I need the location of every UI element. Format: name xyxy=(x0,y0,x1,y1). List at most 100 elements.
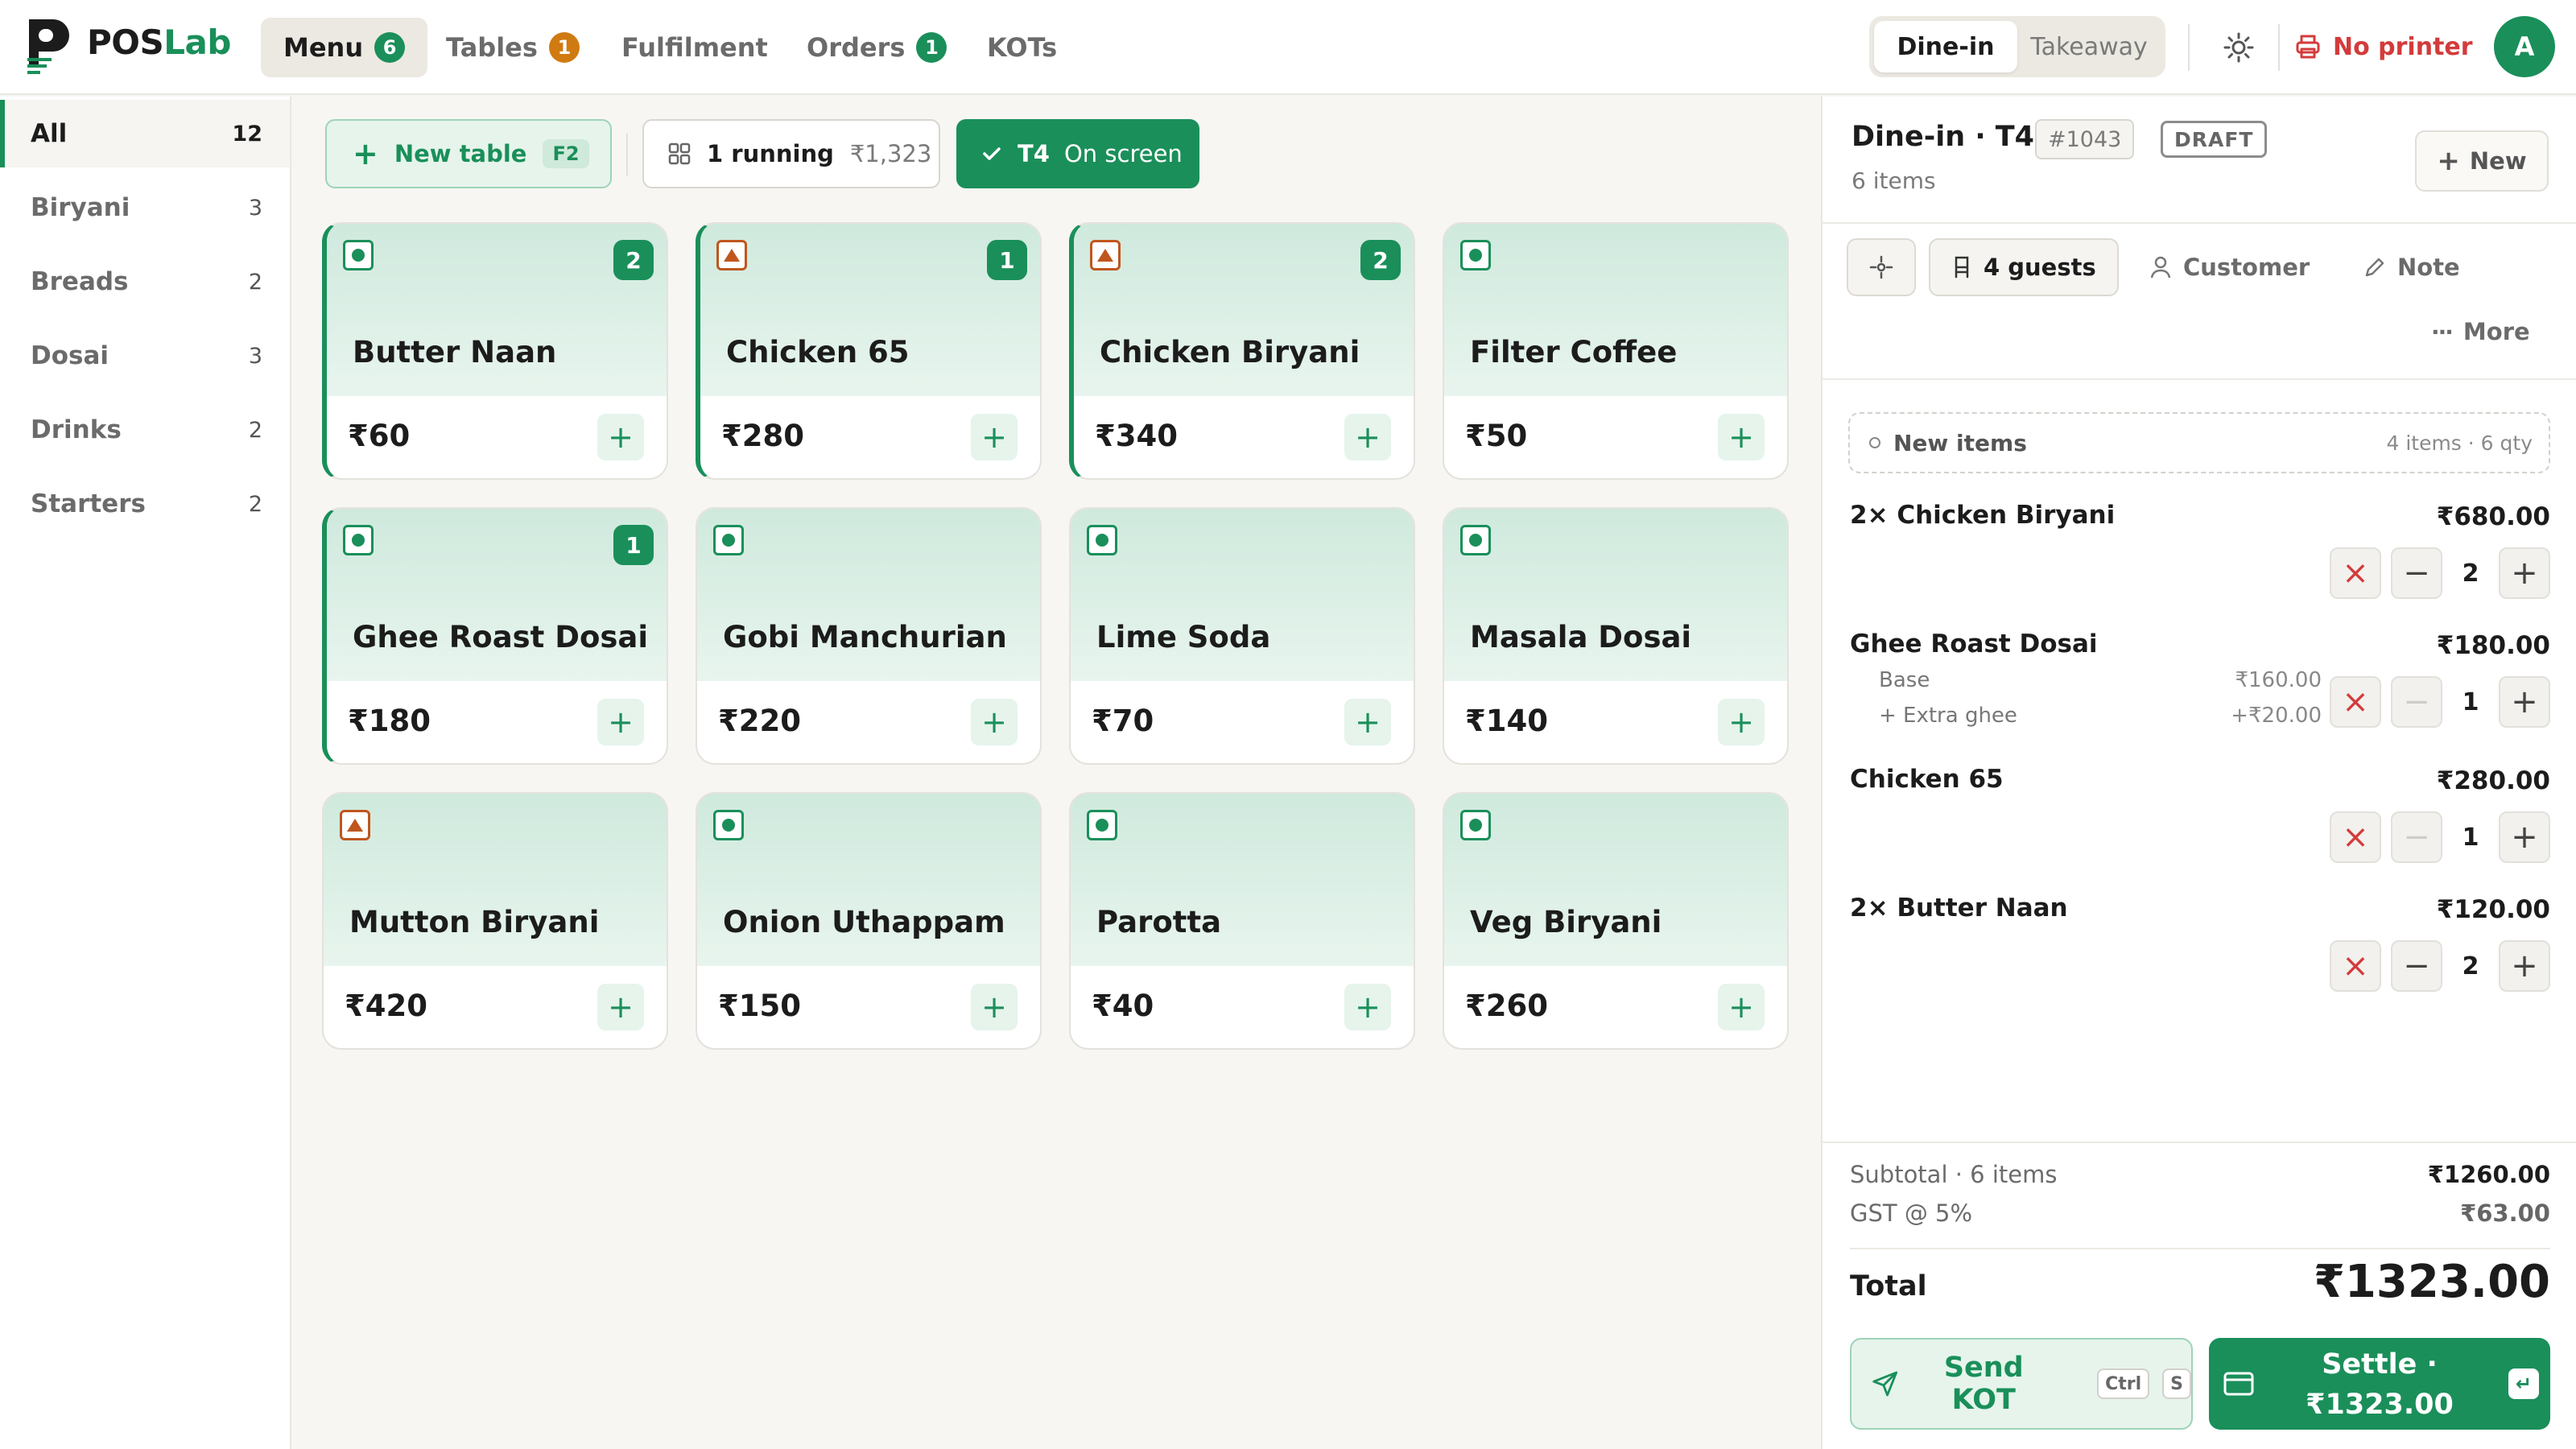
menu-item-card[interactable]: 2 Butter Naan ₹60 + xyxy=(322,222,668,480)
add-item-button[interactable]: + xyxy=(1718,414,1765,460)
veg-icon xyxy=(713,810,744,840)
menu-item-card[interactable]: Parotta ₹40 + xyxy=(1069,792,1415,1050)
remove-item-button[interactable]: × xyxy=(2330,547,2381,599)
chair-icon xyxy=(1955,256,1969,279)
menu-item-name: Masala Dosai xyxy=(1470,620,1692,654)
divider xyxy=(1823,222,2576,224)
add-item-button[interactable]: + xyxy=(597,699,644,745)
ellipsis-icon: ··· xyxy=(2431,318,2454,345)
more-label: More xyxy=(2462,318,2530,345)
order-line-name: Ghee Roast Dosai xyxy=(1850,630,2098,658)
category-all[interactable]: All 12 xyxy=(0,100,290,167)
category-drinks[interactable]: Drinks 2 xyxy=(0,396,290,464)
send-kot-button[interactable]: Send KOT Ctrl S xyxy=(1850,1338,2193,1430)
increase-qty-button[interactable]: + xyxy=(2499,676,2550,728)
nav-tables[interactable]: Tables 1 xyxy=(423,18,602,77)
remove-item-button[interactable]: × xyxy=(2330,940,2381,992)
menu-item-card[interactable]: Mutton Biryani ₹420 + xyxy=(322,792,668,1050)
category-starters[interactable]: Starters 2 xyxy=(0,470,290,538)
menu-item-price: ₹220 xyxy=(718,704,801,738)
running-tables-button[interactable]: 1 running ₹1,323 xyxy=(642,119,940,188)
divider xyxy=(626,134,628,175)
add-item-button[interactable]: + xyxy=(971,414,1018,460)
add-item-button[interactable]: + xyxy=(971,699,1018,745)
settle-button[interactable]: Settle · ₹1323.00 ↵ xyxy=(2209,1338,2550,1430)
user-icon xyxy=(2150,256,2171,279)
nav-fulfilment[interactable]: Fulfilment xyxy=(599,18,791,77)
customer-button[interactable]: Customer xyxy=(2149,238,2310,296)
category-label: Starters xyxy=(31,489,146,518)
category-biryani[interactable]: Biryani 3 xyxy=(0,174,290,242)
more-button[interactable]: ··· More xyxy=(2431,308,2530,356)
status-badge: DRAFT xyxy=(2161,121,2268,158)
divider xyxy=(2188,24,2190,71)
nav-fulfilment-label: Fulfilment xyxy=(621,32,768,63)
new-order-button[interactable]: + New xyxy=(2415,130,2549,192)
category-breads[interactable]: Breads 2 xyxy=(0,248,290,316)
plus-icon: + xyxy=(2437,145,2460,177)
decrease-qty-button[interactable]: − xyxy=(2391,676,2442,728)
add-item-button[interactable]: + xyxy=(597,414,644,460)
subtotal-label: Subtotal · 6 items xyxy=(1850,1161,2058,1188)
remove-item-button[interactable]: × xyxy=(2330,676,2381,728)
add-item-button[interactable]: + xyxy=(1718,984,1765,1030)
nav-menu[interactable]: Menu 6 xyxy=(261,18,428,77)
decrease-qty-button[interactable]: − xyxy=(2391,940,2442,992)
increase-qty-button[interactable]: + xyxy=(2499,547,2550,599)
menu-item-card[interactable]: Onion Uthappam ₹150 + xyxy=(696,792,1042,1050)
decrease-qty-button[interactable]: − xyxy=(2391,547,2442,599)
current-table-chip[interactable]: T4 On screen xyxy=(956,119,1199,188)
remove-item-button[interactable]: × xyxy=(2330,811,2381,863)
menu-item-price: ₹40 xyxy=(1092,989,1154,1023)
menu-item-card[interactable]: Masala Dosai ₹140 + xyxy=(1443,507,1789,765)
menu-item-name: Onion Uthappam xyxy=(723,905,1005,939)
brand-name: POSLab xyxy=(87,23,231,62)
mode-takeaway[interactable]: Takeaway xyxy=(2017,21,2161,72)
decrease-qty-button[interactable]: − xyxy=(2391,811,2442,863)
theme-toggle-icon[interactable] xyxy=(2220,29,2257,66)
add-item-button[interactable]: + xyxy=(597,984,644,1030)
menu-item-price: ₹140 xyxy=(1465,704,1548,738)
nav-orders[interactable]: Orders 1 xyxy=(784,18,969,77)
add-item-button[interactable]: + xyxy=(1344,414,1391,460)
increase-qty-button[interactable]: + xyxy=(2499,811,2550,863)
guests-button[interactable]: 4 guests xyxy=(1929,238,2119,296)
add-item-button[interactable]: + xyxy=(1344,984,1391,1030)
user-avatar[interactable]: A xyxy=(2494,16,2555,77)
increase-qty-button[interactable]: + xyxy=(2499,940,2550,992)
check-icon xyxy=(983,147,1001,160)
add-item-button[interactable]: + xyxy=(1718,699,1765,745)
note-button[interactable]: Note xyxy=(2363,238,2460,296)
move-table-button[interactable] xyxy=(1847,238,1916,296)
shortcut-key: S xyxy=(2162,1368,2191,1399)
card-header xyxy=(1444,509,1787,681)
printer-status[interactable]: No printer xyxy=(2294,23,2473,71)
menu-item-card[interactable]: 2 Chicken Biryani ₹340 + xyxy=(1069,222,1415,480)
guests-label: 4 guests xyxy=(1984,254,2096,281)
modifier-label: Base xyxy=(1879,668,1930,692)
divider xyxy=(1823,378,2576,380)
add-item-button[interactable]: + xyxy=(1344,699,1391,745)
send-kot-label: Send KOT xyxy=(1943,1352,2024,1416)
menu-item-card[interactable]: Gobi Manchurian ₹220 + xyxy=(696,507,1042,765)
quantity-value: 1 xyxy=(2462,823,2479,852)
new-table-button[interactable]: + New table F2 xyxy=(325,119,612,188)
menu-item-price: ₹280 xyxy=(721,419,804,453)
subtotal-value: ₹1260.00 xyxy=(2427,1161,2550,1188)
menu-item-card[interactable]: Filter Coffee ₹50 + xyxy=(1443,222,1789,480)
menu-item-card[interactable]: Veg Biryani ₹260 + xyxy=(1443,792,1789,1050)
order-panel: Dine-in · T4 #1043 DRAFT 6 items + New 4 … xyxy=(1821,97,2576,1449)
category-dosai[interactable]: Dosai 3 xyxy=(0,322,290,390)
nav-kots[interactable]: KOTs xyxy=(964,18,1080,77)
card-header xyxy=(697,794,1040,966)
nav-tables-badge: 1 xyxy=(548,32,580,63)
veg-icon xyxy=(1460,810,1491,840)
add-item-button[interactable]: + xyxy=(971,984,1018,1030)
category-sidebar: All 12 Biryani 3 Breads 2 Dosai 3 Drinks 2 St… xyxy=(0,97,291,1449)
menu-item-card[interactable]: Lime Soda ₹70 + xyxy=(1069,507,1415,765)
note-label: Note xyxy=(2397,254,2460,281)
veg-icon xyxy=(343,240,374,270)
menu-item-card[interactable]: 1 Ghee Roast Dosai ₹180 + xyxy=(322,507,668,765)
mode-dine-in[interactable]: Dine-in xyxy=(1874,21,2017,72)
menu-item-card[interactable]: 1 Chicken 65 ₹280 + xyxy=(696,222,1042,480)
